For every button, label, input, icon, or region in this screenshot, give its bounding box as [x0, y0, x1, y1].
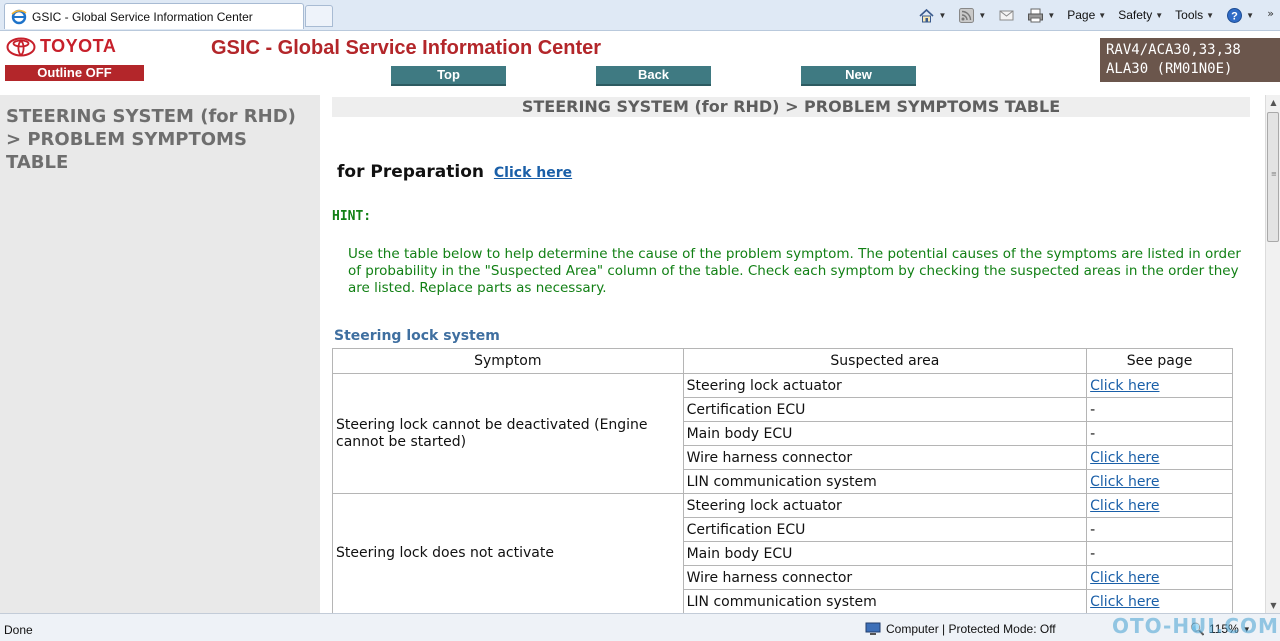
see-page-link[interactable]: Click here — [1086, 373, 1233, 398]
suspected-area-cell: Steering lock actuator — [682, 373, 1088, 398]
suspected-area-cell: LIN communication system — [682, 469, 1088, 494]
rss-feed-icon — [959, 7, 975, 23]
model-info-box: RAV4/ACA30,33,38 ALA30 (RM01N0E) — [1100, 38, 1280, 82]
subsection-title: Steering lock system — [334, 328, 500, 344]
ie-icon — [11, 9, 27, 24]
tools-menu[interactable]: Tools ▼ — [1173, 5, 1216, 25]
browser-tab-active[interactable]: GSIC - Global Service Information Center — [4, 3, 304, 29]
safety-menu-label: Safety — [1118, 8, 1153, 22]
chevron-down-icon: ▼ — [1206, 10, 1215, 20]
page-menu-label: Page — [1067, 8, 1096, 22]
suspected-area-cell: Wire harness connector — [682, 445, 1088, 470]
read-mail-button[interactable] — [996, 5, 1017, 25]
chevron-down-icon: ▼ — [938, 10, 947, 20]
safety-menu[interactable]: Safety ▼ — [1116, 5, 1165, 25]
gsic-header: TOYOTA Outline OFF GSIC - Global Service… — [0, 31, 1280, 90]
grip-icon: ≡ — [1271, 170, 1277, 178]
vertical-scrollbar[interactable]: ▲ ≡ ▼ — [1265, 95, 1280, 613]
document-content: STEERING SYSTEM (for RHD) > PROBLEM SYMP… — [320, 95, 1265, 613]
printer-icon — [1028, 8, 1044, 22]
see-page-link[interactable]: Click here — [1086, 493, 1233, 518]
sidebar-title: STEERING SYSTEM (for RHD) > PROBLEM SYMP… — [6, 106, 296, 173]
tools-menu-label: Tools — [1175, 8, 1204, 22]
suspected-area-cell: Main body ECU — [682, 541, 1088, 566]
zone-label: Computer | Protected Mode: Off — [886, 622, 1056, 636]
scroll-up-icon[interactable]: ▲ — [1266, 95, 1280, 110]
home-button[interactable]: ▼ — [916, 5, 948, 25]
hint-label: HINT: — [332, 209, 372, 224]
toyota-wordmark: TOYOTA — [40, 36, 117, 56]
mail-icon — [999, 10, 1014, 20]
column-header-see-page: See page — [1086, 348, 1233, 374]
see-page-cell: - — [1086, 517, 1233, 542]
see-page-link[interactable]: Click here — [1086, 469, 1233, 494]
table-row: Steering lock cannot be deactivated (Eng… — [332, 373, 1233, 494]
toyota-logo: TOYOTA — [6, 36, 116, 57]
help-icon: ? — [1227, 7, 1243, 23]
command-bar: ▼ ▼ ▼ Page ▼ Safety ▼ Tools ▼ ? ▼ — [916, 4, 1256, 26]
browser-toolbar: GSIC - Global Service Information Center… — [0, 0, 1280, 31]
suspected-area-cell: LIN communication system — [682, 589, 1088, 613]
suspected-area-cell: Certification ECU — [682, 517, 1088, 542]
table-row: Steering lock does not activate Steering… — [332, 493, 1233, 613]
top-button[interactable]: Top — [391, 66, 506, 86]
security-zone[interactable]: Computer | Protected Mode: Off — [865, 622, 1056, 636]
feeds-button[interactable]: ▼ — [956, 5, 988, 25]
help-menu[interactable]: ? ▼ — [1224, 5, 1256, 25]
help-icon-glyph: ? — [1231, 10, 1238, 22]
home-icon — [919, 8, 935, 22]
see-page-cell: - — [1086, 421, 1233, 446]
status-text: Done — [4, 623, 33, 637]
computer-zone-icon — [865, 622, 881, 635]
see-page-cell: - — [1086, 397, 1233, 422]
chevron-down-icon: ▼ — [1155, 10, 1164, 20]
column-header-suspected-area: Suspected area — [682, 348, 1088, 374]
suspected-area-cell: Main body ECU — [682, 421, 1088, 446]
outline-toggle-button[interactable]: Outline OFF — [5, 65, 144, 81]
chevron-down-icon: ▼ — [1098, 10, 1107, 20]
see-page-link[interactable]: Click here — [1086, 589, 1233, 613]
problem-symptoms-table: Symptom Suspected area See page Steering… — [332, 348, 1233, 613]
tab-title: GSIC - Global Service Information Center — [32, 9, 253, 24]
status-bar: Done Computer | Protected Mode: Off 🔍 11… — [0, 613, 1280, 641]
toyota-emblem-icon — [6, 37, 36, 56]
model-line-1: RAV4/ACA30,33,38 — [1106, 42, 1241, 58]
preparation-label: for Preparation — [337, 162, 484, 182]
scroll-down-icon[interactable]: ▼ — [1266, 598, 1280, 613]
suspected-area-cell: Certification ECU — [682, 397, 1088, 422]
see-page-cell: - — [1086, 541, 1233, 566]
chevron-down-icon: ▼ — [1246, 10, 1254, 20]
suspected-area-cell: Steering lock actuator — [682, 493, 1088, 518]
preparation-link[interactable]: Click here — [494, 165, 572, 181]
new-tab-button[interactable] — [305, 5, 333, 27]
symptom-cell: Steering lock does not activate — [332, 493, 684, 613]
symptom-cell: Steering lock cannot be deactivated (Eng… — [332, 373, 684, 494]
table-header-row: Symptom Suspected area See page — [332, 348, 1233, 374]
outline-sidebar: STEERING SYSTEM (for RHD) > PROBLEM SYMP… — [0, 95, 320, 613]
watermark-logo: OTO-HUI.COM — [1112, 614, 1279, 638]
section-title: STEERING SYSTEM (for RHD) > PROBLEM SYMP… — [332, 97, 1250, 117]
chevron-down-icon: ▼ — [978, 10, 987, 20]
see-page-link[interactable]: Click here — [1086, 565, 1233, 590]
new-button[interactable]: New — [801, 66, 916, 86]
page-menu[interactable]: Page ▼ — [1065, 5, 1108, 25]
column-header-symptom: Symptom — [332, 348, 684, 374]
back-button[interactable]: Back — [596, 66, 711, 86]
scrollbar-thumb[interactable]: ≡ — [1267, 112, 1279, 242]
chevron-more-icon[interactable]: » — [1267, 7, 1274, 20]
app-title: GSIC - Global Service Information Center — [211, 37, 602, 59]
chevron-down-icon: ▼ — [1047, 10, 1056, 20]
print-button[interactable]: ▼ — [1025, 5, 1057, 25]
preparation-line: for Preparation Click here — [337, 162, 572, 182]
suspected-area-cell: Wire harness connector — [682, 565, 1088, 590]
model-line-2: ALA30 (RM01N0E) — [1106, 61, 1233, 77]
see-page-link[interactable]: Click here — [1086, 445, 1233, 470]
hint-text: Use the table below to help determine th… — [348, 246, 1241, 296]
